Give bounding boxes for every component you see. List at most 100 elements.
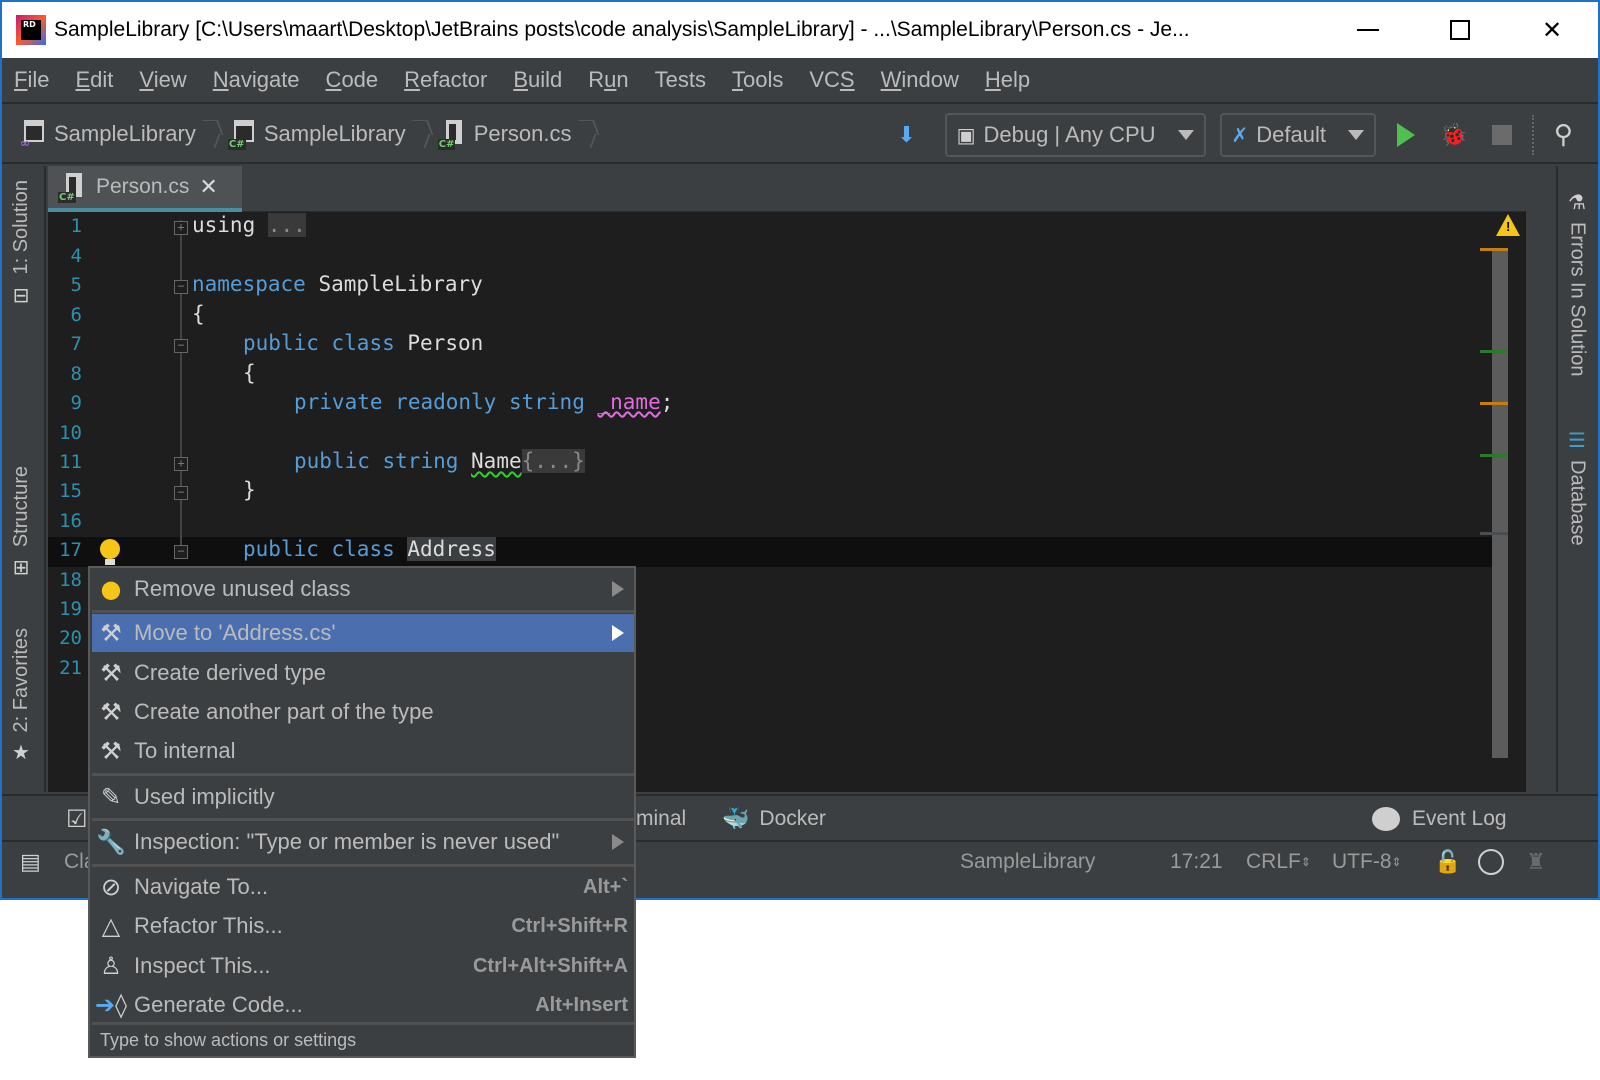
breadcrumb-separator [202, 114, 216, 154]
fold-collapse-icon[interactable]: − [174, 339, 188, 353]
fold-collapse-icon[interactable]: − [174, 545, 188, 559]
hector-button[interactable]: ♜ [1526, 842, 1546, 882]
error-stripe-marker[interactable] [1480, 402, 1508, 405]
caret-position[interactable]: 17:21 [1170, 842, 1223, 882]
submenu-arrow-icon [612, 625, 624, 641]
error-stripe-marker[interactable] [1480, 248, 1508, 251]
menu-file[interactable]: File [14, 67, 49, 93]
caret-word[interactable]: Address [407, 537, 496, 561]
generate-code-icon: ➔ ◊ [95, 991, 127, 1019]
menu-tools[interactable]: Tools [732, 67, 783, 93]
run-button[interactable] [1388, 117, 1424, 153]
close-window-button[interactable]: ✕ [1506, 2, 1598, 58]
compass-icon: ⊘ [100, 873, 122, 901]
editor-tab-person-cs[interactable]: C# Person.cs ✕ [48, 166, 242, 212]
fold-collapse-icon[interactable]: − [174, 280, 188, 294]
run-config-dropdown[interactable]: ✗ Default [1219, 113, 1376, 157]
terminal-tool-button[interactable]: minal [636, 796, 686, 842]
build-config-dropdown[interactable]: ▣ Debug | Any CPU [944, 113, 1206, 157]
toggle-tool-windows-button[interactable]: ▤ [20, 842, 41, 882]
maximize-button[interactable] [1414, 2, 1506, 58]
readonly-toggle[interactable]: 🔓 [1434, 842, 1461, 882]
breadcrumb-file[interactable]: C# Person.cs [430, 105, 596, 163]
collapsed-region[interactable]: {...} [521, 449, 585, 473]
menu-item-refactor-this[interactable]: △ Refactor This... Ctrl+Shift+R [92, 907, 634, 945]
unused-field-warning[interactable]: _name [598, 390, 661, 414]
breadcrumb-project[interactable]: C# SampleLibrary [220, 105, 430, 163]
tool-tab-favorites[interactable]: ★ 2: Favorites [8, 628, 34, 764]
line-number: 15 [59, 480, 82, 502]
search-everywhere-button[interactable]: ⚲ [1546, 117, 1582, 153]
fold-expand-icon[interactable]: + [174, 457, 188, 471]
menu-navigate[interactable]: Navigate [213, 67, 300, 93]
menu-item-move-to-file[interactable]: ⚒ Move to 'Address.cs' [92, 614, 634, 652]
pencil-icon: ✎ [100, 783, 122, 811]
quick-fix-bulb-icon[interactable] [100, 539, 120, 565]
menu-item-used-implicitly[interactable]: ✎ Used implicitly [92, 778, 634, 816]
warning-icon[interactable]: ! [1496, 214, 1520, 236]
menu-help[interactable]: Help [985, 67, 1030, 93]
line-number: 11 [59, 451, 82, 473]
stop-icon [1492, 125, 1512, 145]
menu-window[interactable]: Window [881, 67, 959, 93]
menu-item-navigate-to[interactable]: ⊘ Navigate To... Alt+` [92, 868, 634, 906]
line-number: 10 [59, 422, 82, 444]
title-bar: RD SampleLibrary [C:\Users\maart\Desktop… [2, 2, 1598, 58]
fold-collapse-icon[interactable]: − [174, 486, 188, 500]
menu-item-create-another-part[interactable]: ⚒ Create another part of the type [92, 693, 634, 731]
line-number: 5 [70, 274, 82, 296]
menu-item-inspect-this[interactable]: ♙ Inspect This... Ctrl+Alt+Shift+A [92, 947, 634, 985]
menu-item-generate-code[interactable]: ➔ ◊ Generate Code... Alt+Insert [92, 986, 634, 1024]
solution-status[interactable]: SampleLibrary [960, 842, 1095, 882]
menu-edit[interactable]: Edit [75, 67, 113, 93]
menu-view[interactable]: View [139, 67, 186, 93]
line-number: 16 [59, 510, 82, 532]
tool-tab-structure[interactable]: ⊞ Structure [8, 466, 34, 579]
menu-separator [92, 818, 634, 821]
menu-refactor[interactable]: Refactor [404, 67, 487, 93]
menu-vcs[interactable]: VCS [809, 67, 854, 93]
menu-item-remove-unused-class[interactable]: ● Remove unused class [92, 570, 634, 608]
csharp-file-icon: C# [437, 120, 466, 150]
event-log-button[interactable]: Event Log [1372, 796, 1507, 842]
tool-tab-solution[interactable]: ⊟ 1: Solution [8, 180, 34, 307]
menu-build[interactable]: Build [513, 67, 562, 93]
menu-code[interactable]: Code [326, 67, 379, 93]
collapsed-region[interactable]: ... [267, 213, 306, 237]
tool-tab-database[interactable]: ☰ Database [1564, 428, 1590, 546]
menu-item-to-internal[interactable]: ⚒ To internal [92, 732, 634, 770]
csharp-file-icon: C# [58, 173, 86, 203]
stop-button[interactable] [1484, 117, 1520, 153]
csharp-project-icon: C# [227, 120, 256, 150]
editor-scrollbar[interactable] [1492, 248, 1508, 758]
menu-tests[interactable]: Tests [655, 67, 706, 93]
menu-run[interactable]: Run [588, 67, 628, 93]
menu-item-create-derived-type[interactable]: ⚒ Create derived type [92, 654, 634, 692]
updown-icon: ⇕ [1300, 855, 1311, 869]
minimize-button[interactable] [1322, 2, 1414, 58]
error-stripe-marker[interactable] [1480, 350, 1508, 353]
tool-tab-errors-in-solution[interactable]: ⚗ Errors In Solution [1564, 190, 1590, 377]
build-solution-button[interactable]: ⬇ [889, 117, 925, 153]
encoding-selector[interactable]: UTF-8 ⇕ [1332, 842, 1402, 882]
line-endings-selector[interactable]: CRLF ⇕ [1246, 842, 1311, 882]
close-icon: ✕ [1541, 16, 1563, 44]
menu-separator [92, 864, 634, 867]
structure-icon: ⊞ [12, 555, 30, 580]
fold-expand-icon[interactable]: + [174, 221, 188, 235]
database-icon: ☰ [1568, 428, 1586, 452]
run-config-icon: ✗ [1231, 123, 1249, 147]
todo-tool-button[interactable]: ☑ [66, 796, 88, 842]
submenu-arrow-icon [612, 581, 624, 597]
breadcrumb-separator [578, 114, 592, 154]
debug-button[interactable]: 🐞 [1436, 117, 1472, 153]
error-stripe-marker[interactable] [1480, 532, 1508, 535]
inspection-status[interactable] [1478, 842, 1504, 882]
code-line-8: { [243, 361, 256, 385]
error-stripe-marker[interactable] [1480, 454, 1508, 457]
breadcrumb-solution[interactable]: ∞ SampleLibrary [2, 105, 220, 163]
docker-tool-button[interactable]: 🐳 Docker [722, 796, 826, 842]
menu-item-inspection-options[interactable]: 🔧 Inspection: "Type or member is never u… [92, 823, 634, 861]
close-tab-icon[interactable]: ✕ [199, 175, 217, 200]
code-line-1: using ... [192, 213, 306, 237]
